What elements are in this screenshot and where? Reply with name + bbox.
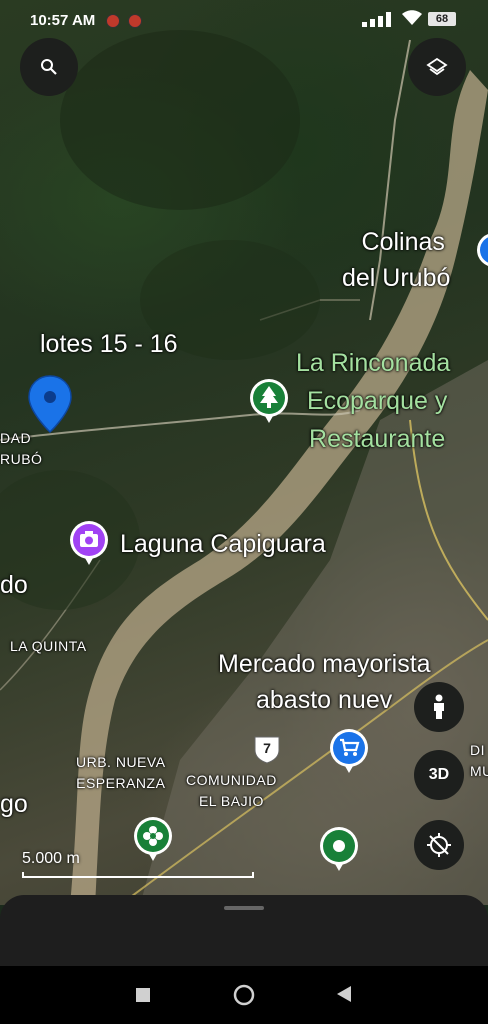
3d-label: 3D [428, 766, 450, 783]
bottom-sheet[interactable] [0, 895, 488, 970]
place-label-comunidad-line2[interactable]: EL BAJIO [186, 791, 277, 812]
edge-label-do: do [0, 571, 28, 599]
place-label-colinas[interactable]: Colinas [356, 224, 450, 260]
place-label-mercado[interactable]: Mercado mayorista [218, 646, 431, 682]
street-view-button[interactable] [414, 682, 464, 732]
edge-label-rubo: RUBÓ [0, 451, 43, 467]
place-label-rinconada-line2[interactable]: Ecoparque y [304, 382, 450, 420]
recents-square-icon[interactable] [136, 988, 150, 1007]
edge-label-go: go [0, 790, 28, 818]
selected-location-pin[interactable] [26, 374, 74, 439]
attraction-pin[interactable] [68, 520, 110, 571]
3d-toggle-button[interactable]: 3D [414, 750, 464, 800]
status-time: 10:57 AM [30, 12, 96, 29]
place-pin[interactable] [318, 826, 360, 877]
back-triangle-icon[interactable] [337, 986, 351, 1007]
place-label-colinas-line2[interactable]: del Urubó [342, 260, 450, 296]
status-bar: 10:57 AM 68 [0, 0, 488, 42]
sheet-drag-handle[interactable] [224, 906, 264, 910]
park-pin[interactable] [248, 378, 290, 429]
search-icon [41, 59, 57, 75]
wifi-icon [402, 10, 422, 31]
compass-icon [427, 833, 451, 857]
scale-label: 5.000 m [22, 850, 80, 867]
place-label-lotes[interactable]: lotes 15 - 16 [40, 330, 178, 359]
place-label-urb-nueva-line2[interactable]: ESPERANZA [76, 773, 166, 794]
place-label-mercado-line2[interactable]: abasto nuev [218, 682, 431, 718]
place-label-urb-nueva[interactable]: URB. NUEVA [76, 752, 166, 773]
place-label-la-quinta[interactable]: LA QUINTA [10, 636, 87, 657]
place-label-rinconada-line3[interactable]: Restaurante [304, 420, 450, 458]
compass-button[interactable] [414, 820, 464, 870]
pegman-icon [434, 694, 444, 719]
scale-bar [22, 872, 254, 878]
system-navigation-bar [0, 966, 488, 1024]
route-7-shield: 7 [252, 734, 282, 764]
edge-label-mun: MUN [470, 763, 488, 779]
battery-icon: 68 [428, 12, 456, 26]
search-button[interactable] [20, 38, 78, 96]
signal-icon [362, 11, 396, 31]
layers-button[interactable] [408, 38, 466, 96]
place-label-rinconada[interactable]: La Rinconada [296, 344, 450, 382]
flower-pin[interactable] [132, 816, 174, 867]
place-label-laguna[interactable]: Laguna Capiguara [120, 530, 326, 559]
edge-label-di: DI [470, 742, 485, 758]
home-circle-icon[interactable] [233, 984, 255, 1011]
place-label-comunidad[interactable]: COMUNIDAD [186, 770, 277, 791]
notification-red-icon [106, 14, 120, 28]
notification-red-icon [128, 14, 142, 28]
shopping-pin[interactable] [328, 728, 370, 779]
map-scale: 5.000 m [22, 850, 254, 878]
route-7-number: 7 [263, 740, 271, 756]
layers-icon [426, 57, 448, 76]
dot-icon [333, 840, 345, 852]
edge-pin[interactable] [476, 232, 488, 273]
